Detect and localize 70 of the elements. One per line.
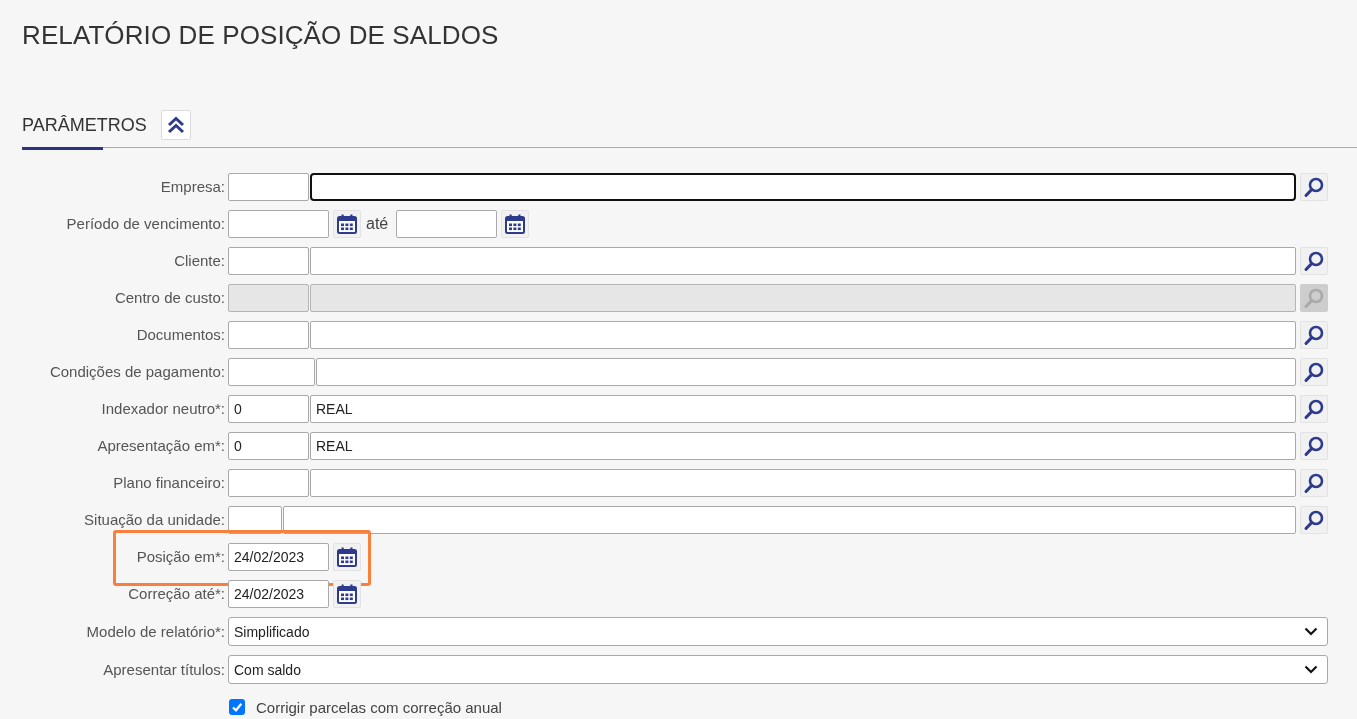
field-label: Posição em*: [136, 548, 225, 565]
code-field[interactable] [228, 358, 315, 386]
chevron-down-icon [1304, 627, 1318, 636]
search-icon [1303, 324, 1325, 346]
description-field[interactable] [310, 469, 1296, 497]
code-field[interactable] [228, 469, 309, 497]
field-label: Plano financeiro: [113, 474, 225, 491]
description-field[interactable] [310, 247, 1296, 275]
date-field[interactable] [396, 210, 498, 238]
description-field[interactable] [310, 173, 1296, 201]
search-icon [1303, 472, 1325, 494]
date-field[interactable]: 24/02/2023 [228, 580, 329, 608]
field-label: Indexador neutro*: [101, 400, 225, 417]
check-icon [231, 701, 243, 713]
calendar-icon [336, 583, 358, 605]
search-button[interactable] [1300, 469, 1328, 497]
code-field[interactable] [228, 321, 309, 349]
description-field[interactable] [316, 358, 1296, 386]
field-label: Apresentar títulos: [103, 660, 225, 678]
search-icon [1303, 398, 1325, 420]
field-label: Cliente: [174, 252, 225, 269]
description-field[interactable]: REAL [310, 395, 1296, 423]
field-label: Empresa: [160, 178, 225, 195]
search-button[interactable] [1300, 432, 1328, 460]
search-button[interactable] [1300, 506, 1328, 534]
dropdown-select[interactable]: Com saldo [228, 655, 1328, 684]
code-field[interactable] [228, 247, 309, 275]
double-chevron-icon [165, 115, 186, 135]
date-field[interactable]: 24/02/2023 [228, 543, 329, 571]
field-label: Condições de pagamento: [49, 363, 225, 380]
calendar-icon [336, 213, 358, 235]
field-label: Apresentação em*: [97, 437, 225, 454]
search-button[interactable] [1300, 247, 1328, 275]
search-button[interactable] [1300, 173, 1328, 201]
checkbox[interactable] [229, 699, 245, 715]
section-title: PARÂMETROS [22, 114, 147, 136]
field-label: Situação da unidade: [84, 511, 225, 528]
dropdown-select[interactable]: Simplificado [228, 617, 1328, 646]
calendar-button[interactable] [501, 210, 530, 238]
description-field[interactable]: REAL [310, 432, 1296, 460]
description-field[interactable] [310, 321, 1296, 349]
collapse-button[interactable] [160, 110, 191, 140]
calendar-icon [504, 213, 527, 235]
date-field[interactable] [228, 210, 329, 238]
search-icon [1303, 361, 1325, 383]
description-field[interactable] [283, 506, 1296, 534]
calendar-icon [336, 546, 358, 568]
field-label: Centro de custo: [114, 289, 225, 306]
field-label: Período de vencimento: [66, 215, 225, 232]
code-field[interactable]: 0 [228, 432, 309, 460]
search-button[interactable] [1300, 395, 1328, 423]
search-icon [1303, 287, 1325, 309]
search-icon [1303, 509, 1325, 531]
chevron-down-icon [1304, 665, 1318, 674]
search-icon [1303, 435, 1325, 457]
search-icon [1303, 250, 1325, 272]
field-label: Modelo de relatório*: [86, 622, 225, 640]
field-label: Correção até*: [128, 585, 225, 602]
calendar-button[interactable] [333, 543, 361, 571]
calendar-button[interactable] [333, 210, 361, 238]
field-label: Documentos: [136, 326, 225, 343]
search-icon [1303, 176, 1325, 198]
calendar-button[interactable] [333, 580, 361, 608]
range-separator: até [366, 215, 389, 233]
search-button[interactable] [1300, 321, 1328, 349]
page-title: RELATÓRIO DE POSIÇÃO DE SALDOS [22, 19, 499, 52]
code-field[interactable] [228, 173, 309, 201]
checkbox-label: Corrigir parcelas com correção anual [256, 698, 502, 716]
code-field[interactable]: 0 [228, 395, 309, 423]
search-button[interactable] [1300, 358, 1328, 386]
